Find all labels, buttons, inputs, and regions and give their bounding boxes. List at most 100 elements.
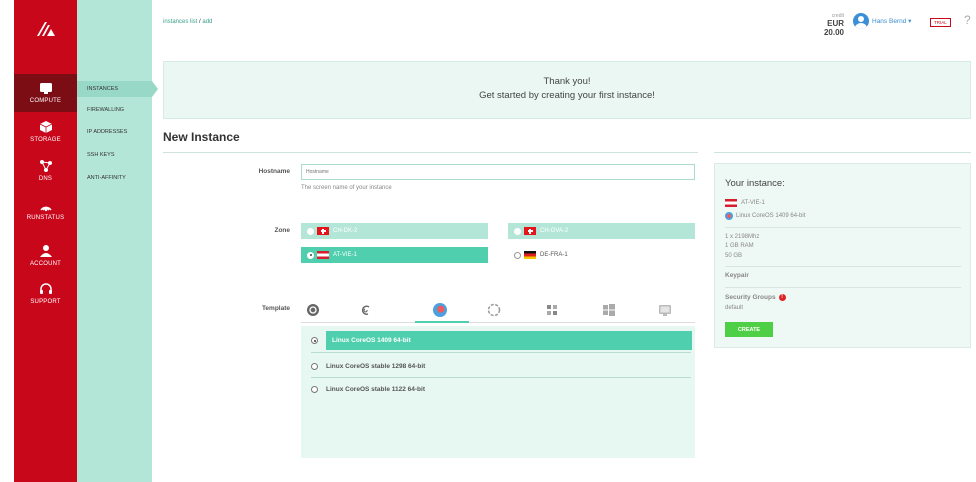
centos-icon[interactable]: [486, 302, 502, 318]
template-name: Linux CoreOS stable 1298 64-bit: [326, 363, 426, 370]
box-icon: [39, 120, 52, 133]
summary-template-name: Linux CoreOS 1409 64-bit: [736, 213, 806, 219]
nav-account[interactable]: ACCOUNT: [14, 236, 77, 274]
nav-runstatus-label: RUNSTATUS: [26, 214, 65, 221]
apps-icon[interactable]: [544, 302, 560, 318]
zone-option-ch-gva-2[interactable]: CH-GVA-2: [508, 223, 695, 239]
app-root: COMPUTE STORAGE DNS RUNSTATUS ACCOUNT SU…: [0, 0, 976, 482]
summary-divider: [725, 227, 961, 228]
summary-divider: [725, 287, 961, 288]
template-option[interactable]: Linux CoreOS 1409 64-bit: [301, 331, 695, 350]
zone-radio[interactable]: [307, 227, 314, 235]
network-icon: [39, 159, 52, 172]
nav-storage-label: STORAGE: [30, 136, 61, 143]
subnav-instances[interactable]: INSTANCES: [77, 81, 158, 97]
template-tab-indicator: [415, 321, 469, 323]
summary-cpu: 1 x 2198Mhz: [725, 234, 760, 240]
signal-icon: [39, 206, 52, 211]
credit-display: credit EUR 20.00: [806, 13, 844, 37]
hostname-input[interactable]: [301, 164, 695, 180]
zone-radio[interactable]: [514, 251, 521, 259]
summary-security-value: default: [725, 305, 744, 311]
subnav-ssh-keys[interactable]: SSH KEYS: [77, 147, 152, 163]
summary-zone: AT-VIE-1: [725, 199, 765, 207]
nav-runstatus[interactable]: RUNSTATUS: [14, 190, 77, 228]
nav-compute[interactable]: COMPUTE: [14, 74, 77, 112]
windows-icon[interactable]: [601, 302, 617, 318]
ubuntu-icon[interactable]: [305, 302, 321, 318]
banner-line2: Get started by creating your first insta…: [479, 90, 655, 101]
debian-icon[interactable]: [358, 302, 374, 318]
hostname-help: The screen name of your instance: [301, 185, 392, 191]
germany-flag-icon: [524, 251, 536, 259]
exoscale-logo[interactable]: [14, 14, 77, 44]
instance-summary-panel: [714, 163, 971, 348]
austria-flag-icon: [725, 199, 737, 207]
nav-compute-label: COMPUTE: [29, 98, 62, 104]
monitor-icon: [39, 83, 52, 94]
summary-template: Linux CoreOS 1409 64-bit: [725, 212, 805, 220]
trial-badge: TRIAL: [930, 18, 951, 27]
nav-account-label: ACCOUNT: [29, 260, 62, 267]
help-icon[interactable]: ?: [964, 13, 971, 27]
user-menu[interactable]: Hans Bernd ▾: [853, 13, 911, 29]
panel-divider: [714, 152, 971, 153]
hostname-label: Hostname: [258, 168, 290, 175]
page-title: New Instance: [163, 130, 240, 144]
compute-subnav: INSTANCES FIREWALLING IP ADDRESSES SSH K…: [77, 0, 158, 482]
zone-name: CH-GVA-2: [540, 228, 569, 234]
template-option[interactable]: Linux CoreOS stable 1298 64-bit: [301, 357, 695, 376]
subnav-firewalling[interactable]: FIREWALLING: [77, 102, 152, 118]
security-groups-label: Security Groups: [725, 294, 776, 301]
zone-label: Zone: [274, 227, 290, 234]
summary-zone-name: AT-VIE-1: [741, 200, 765, 206]
user-name: Hans Bernd ▾: [872, 18, 912, 25]
austria-flag-icon: [317, 251, 329, 259]
zone-radio-selected[interactable]: [307, 251, 314, 259]
main-nav: COMPUTE STORAGE DNS RUNSTATUS ACCOUNT SU…: [14, 0, 77, 482]
banner-line1: Thank you!: [543, 76, 591, 87]
custom-icon[interactable]: [657, 302, 673, 318]
avatar: [853, 13, 869, 29]
zone-option-at-vie-1[interactable]: AT-VIE-1: [301, 247, 488, 263]
nav-dns[interactable]: DNS: [14, 151, 77, 189]
nav-support-label: SUPPORT: [30, 298, 61, 305]
zone-name: AT-VIE-1: [333, 252, 357, 258]
summary-ram: 1 GB RAM: [725, 243, 754, 249]
template-name: Linux CoreOS 1409 64-bit: [326, 331, 692, 350]
template-option[interactable]: Linux CoreOS stable 1122 64-bit: [301, 380, 695, 399]
template-divider: [311, 377, 691, 378]
welcome-banner: Thank you! Get started by creating your …: [163, 61, 971, 119]
zone-name: DE-FRA-1: [540, 252, 568, 258]
template-label: Template: [261, 305, 290, 312]
template-radio[interactable]: [311, 386, 318, 393]
swiss-flag-icon: [524, 227, 536, 235]
summary-title: Your instance:: [725, 178, 785, 189]
template-divider: [311, 352, 691, 353]
credit-value: EUR 20.00: [823, 19, 844, 37]
nav-support[interactable]: SUPPORT: [14, 274, 77, 312]
swiss-flag-icon: [317, 227, 329, 235]
zone-radio[interactable]: [514, 227, 521, 235]
nav-dns-label: DNS: [38, 175, 53, 182]
nav-storage[interactable]: STORAGE: [14, 112, 77, 150]
coreos-icon: [725, 212, 733, 220]
subnav-anti-affinity[interactable]: ANTI-AFFINITY: [77, 170, 152, 186]
breadcrumb-separator: /: [199, 19, 201, 25]
template-radio[interactable]: [311, 363, 318, 370]
template-radio-selected[interactable]: [311, 337, 318, 344]
coreos-icon[interactable]: [432, 302, 448, 318]
template-os-tabs: [301, 298, 695, 323]
title-divider: [163, 152, 698, 153]
breadcrumb-instances-link[interactable]: instances list: [163, 19, 197, 25]
zone-option-ch-dk-2[interactable]: CH-DK-2: [301, 223, 488, 239]
subnav-ip-addresses[interactable]: IP ADDRESSES: [77, 124, 152, 140]
zone-option-de-fra-1[interactable]: DE-FRA-1: [508, 247, 695, 263]
template-name: Linux CoreOS stable 1122 64-bit: [326, 386, 425, 393]
headset-icon: [39, 282, 52, 294]
breadcrumb: instances list / add: [163, 19, 212, 25]
summary-keypair: Keypair: [725, 272, 749, 279]
zone-name: CH-DK-2: [333, 228, 358, 234]
breadcrumb-current: add: [202, 19, 213, 25]
create-button[interactable]: CREATE: [725, 322, 773, 337]
